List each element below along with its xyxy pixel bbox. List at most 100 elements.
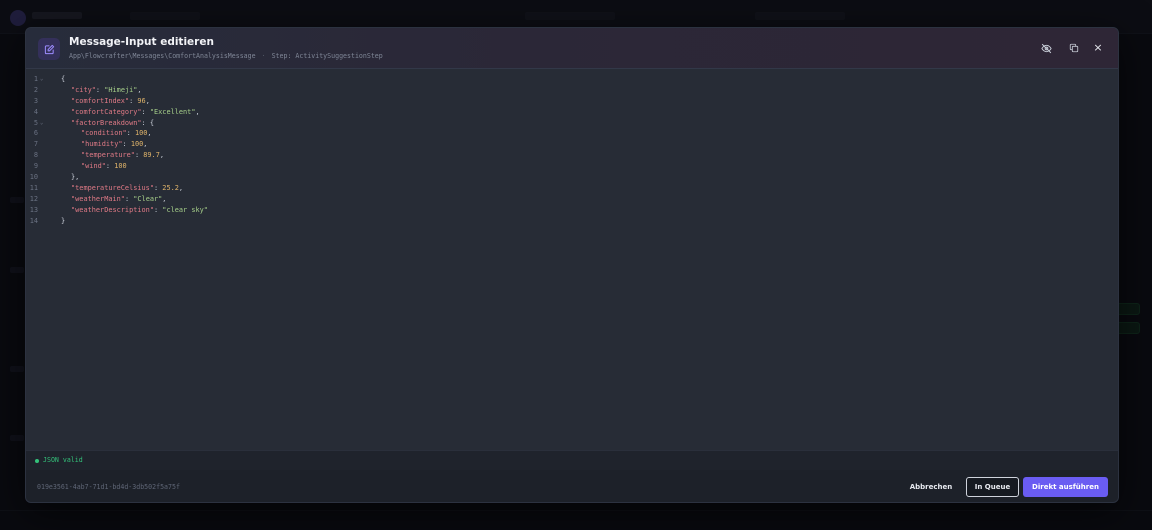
hide-button[interactable] xyxy=(1039,41,1053,55)
line-number: 3 xyxy=(33,96,38,105)
code-line[interactable]: 4 "comfortCategory": "Excellent", xyxy=(26,107,1118,118)
fold-toggle-icon[interactable]: ⌄ xyxy=(40,118,43,129)
json-string: "Himeji" xyxy=(104,85,138,94)
json-editor[interactable]: 1 ⌄{2 "city": "Himeji", 3 "comfortIndex": 96… xyxy=(26,69,1118,450)
code-text: "comfortIndex": 96, xyxy=(71,96,150,107)
line-number: 8 xyxy=(33,151,38,160)
close-button[interactable]: × xyxy=(1091,41,1105,55)
line-number: 9 xyxy=(33,162,38,171)
code-line[interactable]: 2 "city": "Himeji", xyxy=(26,85,1118,96)
json-key: "weatherDescription" xyxy=(71,205,154,214)
code-line[interactable]: 5 ⌄ "factorBreakdown": { xyxy=(26,118,1118,129)
message-id: 019e3561-4ab7-71d1-bd4d-3db502f5a75f xyxy=(37,483,180,491)
queue-button[interactable]: In Queue xyxy=(966,477,1019,497)
code-text: "comfortCategory": "Excellent", xyxy=(71,107,200,118)
json-number: 89.7 xyxy=(143,151,160,160)
cancel-button[interactable]: Abbrechen xyxy=(905,477,957,497)
line-number: 6 xyxy=(33,129,38,138)
fold-toggle-icon[interactable]: ⌄ xyxy=(40,74,43,85)
json-key: "temperature" xyxy=(81,151,135,160)
validation-bar: JSON valid xyxy=(26,450,1118,470)
json-string: "Excellent" xyxy=(149,107,196,116)
json-punctuation: , xyxy=(137,85,142,94)
json-key: "condition" xyxy=(81,129,127,138)
line-number: 13 xyxy=(29,205,38,214)
json-punctuation: , xyxy=(143,140,148,149)
code-text: "temperatureCelsius": 25.2, xyxy=(71,183,183,194)
json-punctuation: , xyxy=(195,107,200,116)
json-key: "factorBreakdown" xyxy=(71,118,142,127)
code-line[interactable]: 3 "comfortIndex": 96, xyxy=(26,96,1118,107)
code-text: "condition": 100, xyxy=(81,128,152,139)
line-number: 1 xyxy=(33,75,38,83)
subtitle-separator: · xyxy=(261,52,266,60)
code-line[interactable]: 13 "weatherDescription": "clear sky" xyxy=(26,205,1118,216)
json-key: "temperatureCelsius" xyxy=(71,183,154,192)
json-punctuation: , xyxy=(159,151,165,160)
line-number: 4 xyxy=(33,107,38,116)
json-number: 100 xyxy=(134,129,148,138)
eye-off-icon xyxy=(1040,43,1052,53)
modal-footer: 019e3561-4ab7-71d1-bd4d-3db502f5a75f Abb… xyxy=(26,470,1118,502)
json-punctuation: , xyxy=(147,129,152,138)
modal-title: Message-Input editieren xyxy=(69,36,214,48)
json-punctuation: : { xyxy=(141,118,154,127)
json-punctuation: : xyxy=(141,107,150,116)
code-line[interactable]: 9 "wind": 100 xyxy=(26,161,1118,172)
edit-message-modal: Message-Input editieren App\Flowcrafter\… xyxy=(25,27,1119,503)
line-number: 12 xyxy=(29,194,38,203)
line-number: 14 xyxy=(29,216,38,225)
json-key: "weatherMain" xyxy=(71,194,125,203)
modal-subtitle: App\Flowcrafter\Messages\ComfortAnalysis… xyxy=(69,52,383,60)
json-punctuation: : xyxy=(122,140,131,149)
line-number: 11 xyxy=(29,183,38,192)
code-text: "humidity": 100, xyxy=(81,139,147,150)
close-icon: × xyxy=(1093,41,1103,54)
code-text: { xyxy=(61,74,65,85)
line-number: 5 xyxy=(33,118,38,127)
code-text: "temperature": 89.7, xyxy=(81,150,164,161)
json-key: "city" xyxy=(71,85,96,94)
json-key: "comfortIndex" xyxy=(71,96,130,105)
valid-status-dot xyxy=(35,459,39,463)
json-punctuation: : xyxy=(124,194,134,203)
code-line[interactable]: 7 "humidity": 100, xyxy=(26,139,1118,150)
code-text: "weatherDescription": "clear sky" xyxy=(71,205,208,216)
json-punctuation: { xyxy=(61,75,66,83)
copy-button[interactable] xyxy=(1067,41,1081,55)
json-punctuation: : xyxy=(95,85,105,94)
code-line[interactable]: 11 "temperatureCelsius": 25.2, xyxy=(26,183,1118,194)
json-number: 25.2 xyxy=(162,183,179,192)
json-key: "comfortCategory" xyxy=(71,107,142,116)
edit-icon xyxy=(38,38,60,60)
code-line[interactable]: 14} xyxy=(26,216,1118,227)
json-number: 100 xyxy=(130,140,144,149)
code-line[interactable]: 8 "temperature": 89.7, xyxy=(26,150,1118,161)
code-text: "weatherMain": "Clear", xyxy=(71,194,166,205)
json-number: 96 xyxy=(137,96,146,105)
step-label: Step: ActivitySuggestionStep xyxy=(271,52,383,60)
code-text: "city": "Himeji", xyxy=(71,85,142,96)
json-number: 100 xyxy=(114,162,127,171)
json-string: "clear sky" xyxy=(162,205,208,214)
code-text: }, xyxy=(71,172,79,183)
code-text: "wind": 100 xyxy=(81,161,127,172)
json-punctuation: : xyxy=(134,151,144,160)
code-line[interactable]: 1 ⌄ { xyxy=(26,74,1118,85)
json-punctuation: : xyxy=(126,129,135,138)
code-line[interactable]: 6 "condition": 100, xyxy=(26,128,1118,139)
validation-status: JSON valid xyxy=(43,456,83,464)
run-now-button[interactable]: Direkt ausführen xyxy=(1023,477,1108,497)
json-punctuation: } xyxy=(61,216,66,225)
json-key: "wind" xyxy=(81,162,106,171)
code-line[interactable]: 12 "weatherMain": "Clear", xyxy=(26,194,1118,205)
modal-header: Message-Input editieren App\Flowcrafter\… xyxy=(26,28,1118,69)
json-punctuation: : xyxy=(105,162,115,171)
line-number: 7 xyxy=(33,140,38,149)
message-class-path: App\Flowcrafter\Messages\ComfortAnalysis… xyxy=(69,52,256,60)
code-line[interactable]: 10}, xyxy=(26,172,1118,183)
json-punctuation: , xyxy=(178,183,184,192)
copy-icon xyxy=(1069,43,1079,53)
json-punctuation: }, xyxy=(71,173,80,182)
json-string: "Clear" xyxy=(133,194,163,203)
